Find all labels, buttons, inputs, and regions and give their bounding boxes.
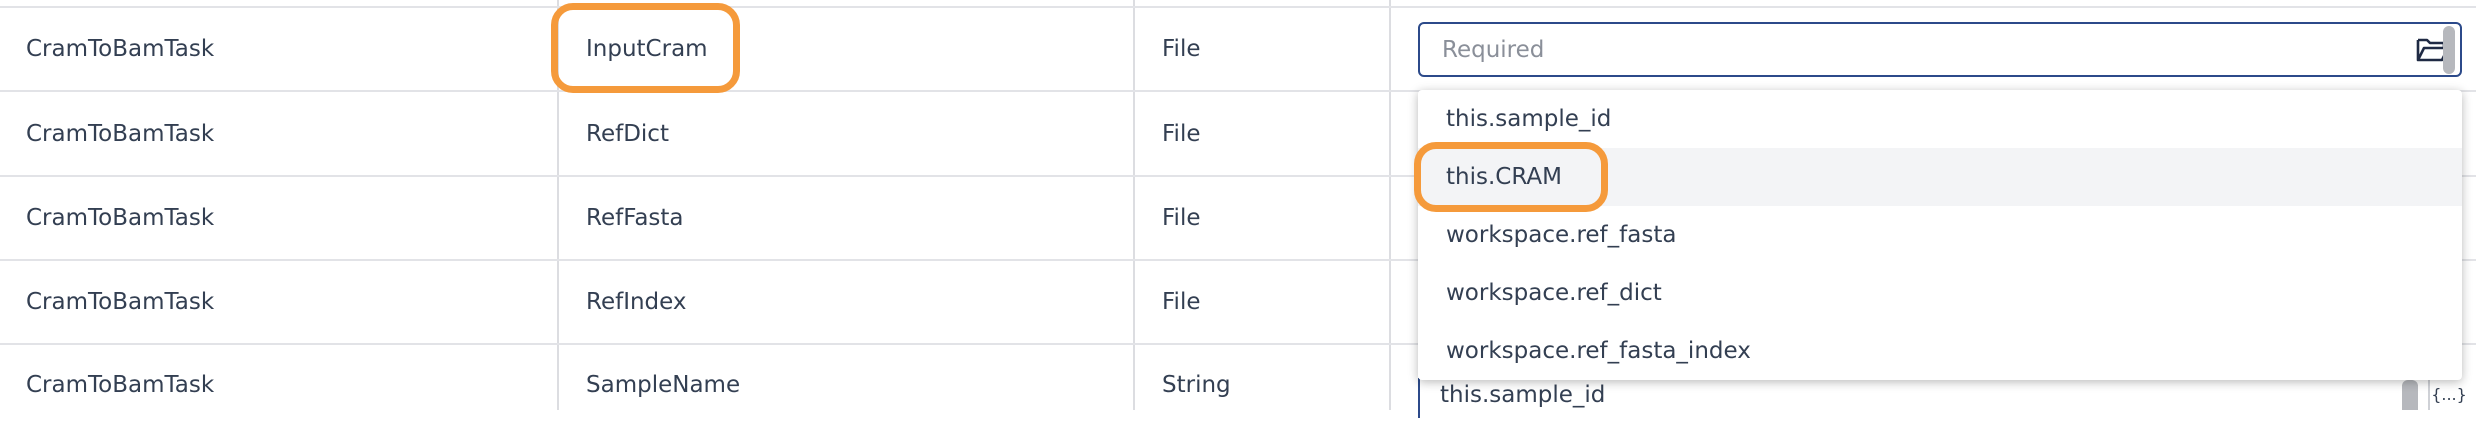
- dropdown-option[interactable]: this.sample_id: [1418, 90, 2462, 148]
- type-cell: File: [1162, 289, 1201, 315]
- json-editor-button[interactable]: {...}: [2428, 378, 2468, 410]
- type-cell: String: [1162, 372, 1231, 398]
- scrollbar-thumb[interactable]: [2402, 380, 2418, 410]
- dropdown-option[interactable]: workspace.ref_dict: [1418, 264, 2462, 322]
- autocomplete-dropdown: this.sample_id this.CRAM workspace.ref_f…: [1418, 90, 2462, 380]
- task-name-cell: CramToBamTask: [26, 36, 215, 62]
- task-name-cell: CramToBamTask: [26, 289, 215, 315]
- row-divider: [0, 0, 2476, 8]
- task-name-cell: CramToBamTask: [26, 120, 215, 147]
- variable-cell: InputCram: [586, 36, 708, 62]
- attribute-input[interactable]: [1440, 35, 2340, 64]
- task-name-cell: CramToBamTask: [26, 372, 215, 398]
- type-cell: File: [1162, 205, 1201, 231]
- dropdown-option[interactable]: workspace.ref_fasta: [1418, 206, 2462, 264]
- task-name-cell: CramToBamTask: [26, 205, 215, 231]
- variable-cell: SampleName: [586, 372, 741, 398]
- attribute-input-value[interactable]: this.sample_id: [1418, 378, 2462, 418]
- variable-cell: RefIndex: [586, 289, 687, 315]
- dropdown-option[interactable]: workspace.ref_fasta_index: [1418, 322, 2462, 380]
- variable-cell: RefDict: [586, 120, 669, 147]
- type-cell: File: [1162, 36, 1201, 62]
- variable-cell: RefFasta: [586, 205, 684, 231]
- type-cell: File: [1162, 120, 1201, 147]
- scrollbar-thumb[interactable]: [2443, 26, 2455, 74]
- dropdown-option-selected[interactable]: this.CRAM: [1418, 148, 2462, 206]
- attribute-input-box[interactable]: [1418, 22, 2462, 77]
